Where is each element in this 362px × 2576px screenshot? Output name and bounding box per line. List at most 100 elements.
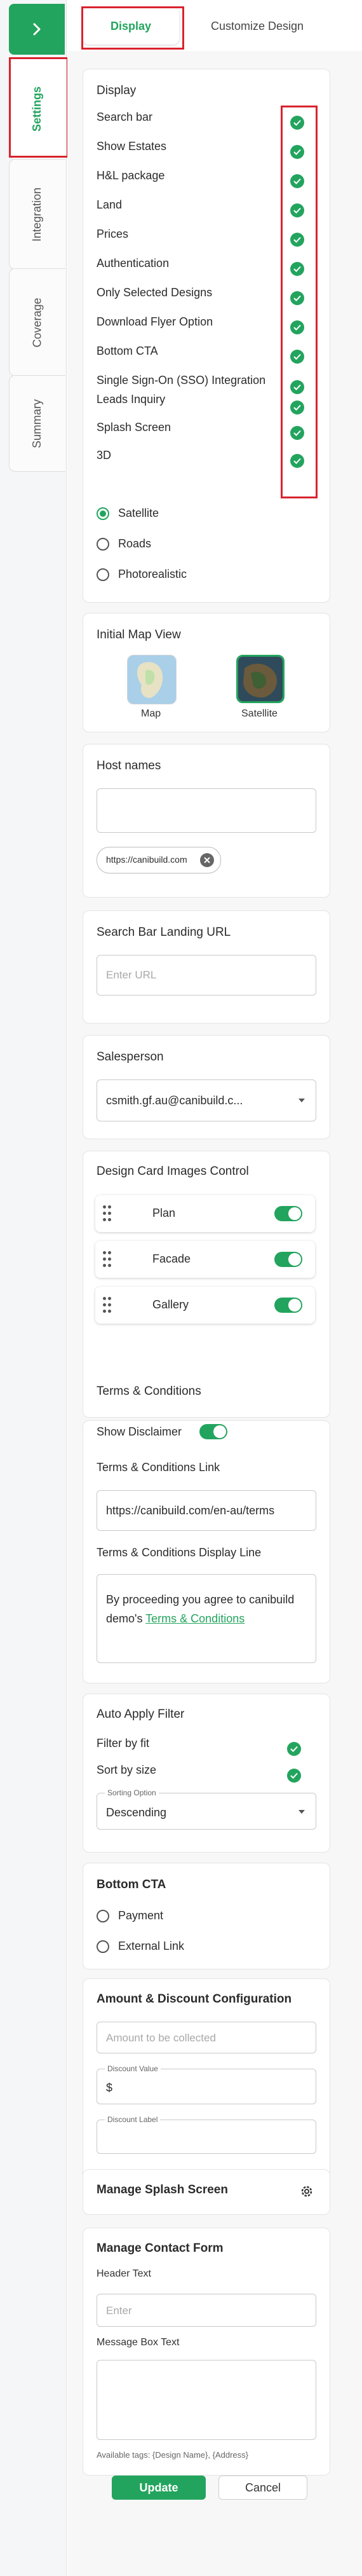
tab-summary[interactable]: Summary [9,375,65,472]
search-landing-title: Search Bar Landing URL [97,926,231,939]
check-icon [290,1772,298,1779]
discount-label-label: Discount Label [105,2115,161,2124]
gear-icon[interactable] [300,2184,314,2198]
display-option-label: 3D [97,449,112,462]
filter-by-fit-label: Filter by fit [97,1737,150,1750]
cancel-button[interactable]: Cancel [218,2476,307,2500]
display-option-label: Leads Inquiry [97,393,166,406]
image-control-toggle[interactable] [274,1252,302,1267]
tab-coverage[interactable]: Coverage [9,268,65,376]
display-title: Display [97,84,137,97]
radio-satellite-label: Satellite [118,507,159,519]
display-option-label: Download Flyer Option [97,315,213,328]
display-option-label: Prices [97,228,129,240]
terms-display-line-link[interactable]: Terms & Conditions [145,1612,245,1625]
amount-input[interactable]: Amount to be collected [97,2022,316,2053]
display-option-label: Land [97,198,123,211]
update-button[interactable]: Update [112,2476,206,2500]
salesperson-select[interactable]: csmith.gf.au@canibuild.c... [97,1079,316,1121]
header-text-placeholder: Enter [106,2305,132,2317]
landing-url-placeholder: Enter URL [106,969,157,981]
message-box-textarea[interactable] [97,2360,316,2440]
host-chip: https://canibuild.com [97,847,221,874]
highlight-box-checks [281,106,318,498]
show-disclaimer-toggle[interactable] [199,1424,227,1439]
tab-customize-design[interactable]: Customize Design [191,8,324,45]
display-option-label: Authentication [97,257,170,270]
display-option-label: H&L package [97,169,165,182]
drag-handle-icon[interactable] [103,1251,112,1268]
side-rail: Settings Integration Coverage Summary [0,0,67,2576]
terms-link-value: https://canibuild.com/en-au/terms [106,1504,275,1517]
display-option-label: Bottom CTA [97,345,158,357]
close-icon [204,857,210,863]
radio-payment[interactable] [97,1910,109,1922]
discount-value-label: Discount Value [105,2064,161,2073]
chip-remove-button[interactable] [200,853,214,867]
host-names-input[interactable] [97,788,316,833]
radio-photorealistic[interactable] [97,568,109,581]
satellite-thumbnail-label: Satellite [241,708,278,719]
image-control-label: Plan [152,1207,176,1219]
radio-external-link[interactable] [97,1940,109,1953]
update-button-label: Update [139,2481,178,2494]
host-names-title: Host names [97,759,161,772]
header-text-label: Header Text [97,2268,151,2279]
image-control-row[interactable]: Plan [95,1195,315,1232]
landing-url-input[interactable]: Enter URL [97,955,316,996]
image-control-row[interactable]: Gallery [95,1287,315,1324]
design-card-images-title: Design Card Images Control [97,1165,249,1178]
message-box-label: Message Box Text [97,2337,180,2348]
initial-map-view-title: Initial Map View [97,628,181,641]
highlight-box-settings [9,57,69,158]
image-control-label: Gallery [152,1298,189,1311]
collapse-button[interactable] [9,4,65,55]
bottom-cta-title: Bottom CTA [97,1878,166,1891]
terms-display-line-box[interactable]: By proceeding you agree to canibuild dem… [97,1574,316,1663]
display-option-label: Single Sign-On (SSO) Integration [97,374,266,387]
image-control-row[interactable]: Facade [95,1241,315,1278]
terms-title: Terms & Conditions [97,1385,201,1398]
host-chip-label: https://canibuild.com [106,854,187,865]
drag-handle-icon[interactable] [103,1297,112,1313]
highlight-box-display [81,6,184,50]
discount-label-input[interactable]: Discount Label [97,2115,316,2154]
satellite-thumbnail[interactable] [236,655,285,703]
radio-roads[interactable] [97,538,109,551]
splash-title: Manage Splash Screen [97,2183,228,2196]
caret-down-icon [298,1810,305,1814]
amount-discount-title: Amount & Discount Configuration [97,1992,292,2006]
display-option-label: Only Selected Designs [97,286,213,299]
sorting-option-label: Sorting Option [105,1788,159,1797]
tab-summary-label: Summary [30,399,44,448]
tab-integration-label: Integration [30,187,44,242]
image-control-toggle[interactable] [274,1206,302,1221]
sorting-option-select[interactable]: Sorting Option Descending [97,1788,316,1830]
salesperson-value: csmith.gf.au@canibuild.c... [106,1094,243,1107]
drag-handle-icon[interactable] [103,1205,112,1222]
radio-satellite[interactable] [97,507,109,520]
cancel-button-label: Cancel [245,2481,281,2494]
terms-display-line-content: By proceeding you agree to canibuild dem… [106,1590,297,1628]
radio-photorealistic-label: Photorealistic [118,568,187,580]
caret-down-icon [298,1099,305,1102]
design-card-images-card [83,1151,330,1418]
map-thumbnail[interactable] [127,655,177,704]
contact-form-title: Manage Contact Form [97,2242,224,2255]
chevron-right-icon [33,23,41,36]
check-icon [290,1746,298,1752]
sorting-option-value: Descending [106,1806,167,1819]
terms-link-input[interactable]: https://canibuild.com/en-au/terms [97,1490,316,1531]
display-option-label: Show Estates [97,140,167,153]
tab-integration[interactable]: Integration [9,159,65,270]
sort-by-size-check[interactable] [287,1769,301,1783]
amount-placeholder: Amount to be collected [106,2032,216,2044]
show-disclaimer-label: Show Disclaimer [97,1425,182,1438]
map-thumbnail-label: Map [141,708,161,719]
image-control-toggle[interactable] [274,1298,302,1313]
image-control-label: Facade [152,1252,191,1265]
map-preview-image [128,655,176,704]
discount-value-input[interactable]: Discount Value $ [97,2064,316,2104]
filter-by-fit-check[interactable] [287,1742,301,1756]
header-text-input[interactable]: Enter [97,2294,316,2327]
